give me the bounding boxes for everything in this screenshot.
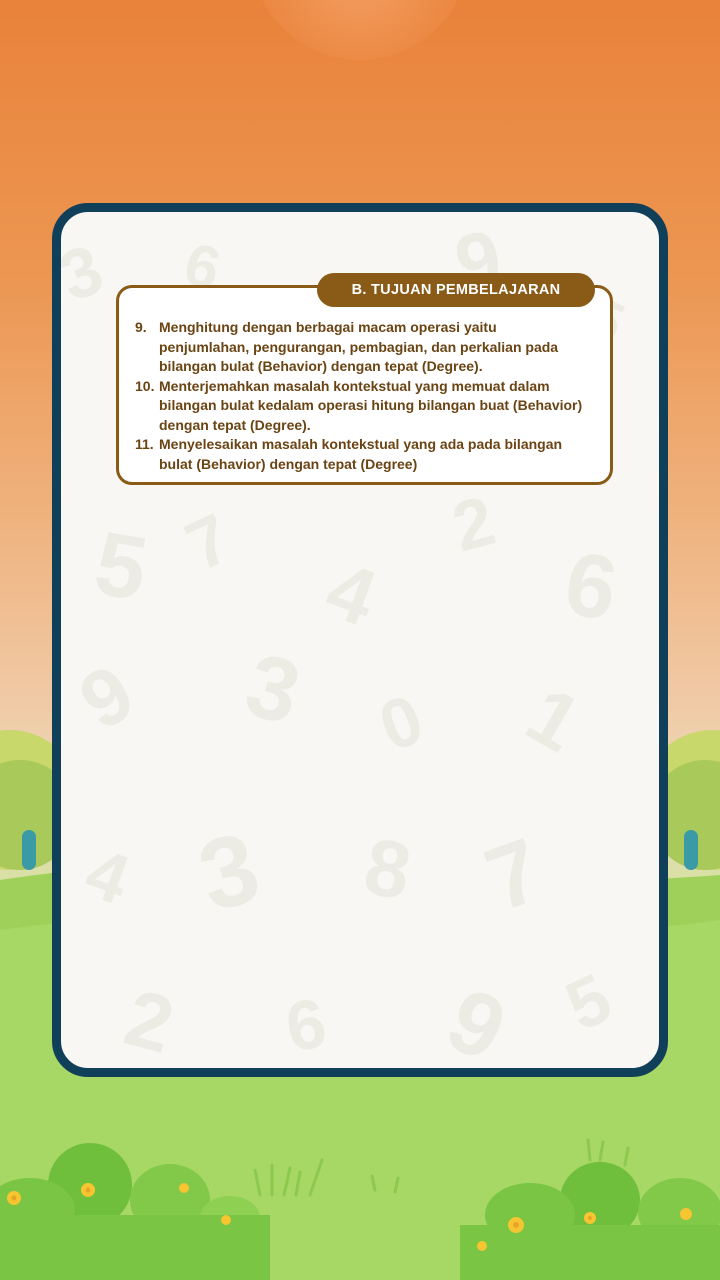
content-card: 3 6 9 5 5 7 4 2 6 9 3 0 1 4 3 8 7 2 6 9 … xyxy=(52,203,668,1077)
svg-text:1: 1 xyxy=(513,670,596,769)
svg-text:2: 2 xyxy=(117,972,183,1068)
objective-number: 9. xyxy=(135,319,147,335)
objectives-list: 9. Menghitung dengan berbagai macam oper… xyxy=(135,318,588,474)
svg-text:7: 7 xyxy=(474,820,555,931)
svg-text:6: 6 xyxy=(280,983,332,1067)
svg-text:9: 9 xyxy=(433,969,521,1068)
objective-item: 11. Menyelesaikan masalah kontekstual ya… xyxy=(135,435,588,474)
learning-objectives-box: B. TUJUAN PEMBELAJARAN 9. Menghitung den… xyxy=(116,273,613,485)
section-title: B. TUJUAN PEMBELAJARAN xyxy=(317,273,595,307)
svg-text:2: 2 xyxy=(445,481,503,566)
svg-text:4: 4 xyxy=(76,833,139,920)
svg-text:7: 7 xyxy=(174,498,242,585)
svg-text:8: 8 xyxy=(358,821,417,916)
objective-number: 11. xyxy=(135,436,154,452)
svg-text:5: 5 xyxy=(88,513,155,620)
objective-item: 10. Menterjemahkan masalah kontekstual y… xyxy=(135,377,588,436)
svg-text:0: 0 xyxy=(369,679,432,766)
objective-text: Menghitung dengan berbagai macam operasi… xyxy=(159,319,559,374)
svg-text:3: 3 xyxy=(236,635,310,745)
svg-text:9: 9 xyxy=(65,647,148,746)
svg-text:3: 3 xyxy=(188,811,271,934)
objective-item: 9. Menghitung dengan berbagai macam oper… xyxy=(135,318,588,377)
svg-text:3: 3 xyxy=(61,229,113,316)
objective-text: Menterjemahkan masalah kontekstual yang … xyxy=(159,377,583,433)
svg-text:6: 6 xyxy=(558,533,625,640)
objective-text: Menyelesaikan masalah kontekstual yang a… xyxy=(159,436,563,472)
svg-text:4: 4 xyxy=(315,544,388,643)
svg-text:5: 5 xyxy=(554,958,622,1045)
objective-number: 10. xyxy=(135,377,155,394)
